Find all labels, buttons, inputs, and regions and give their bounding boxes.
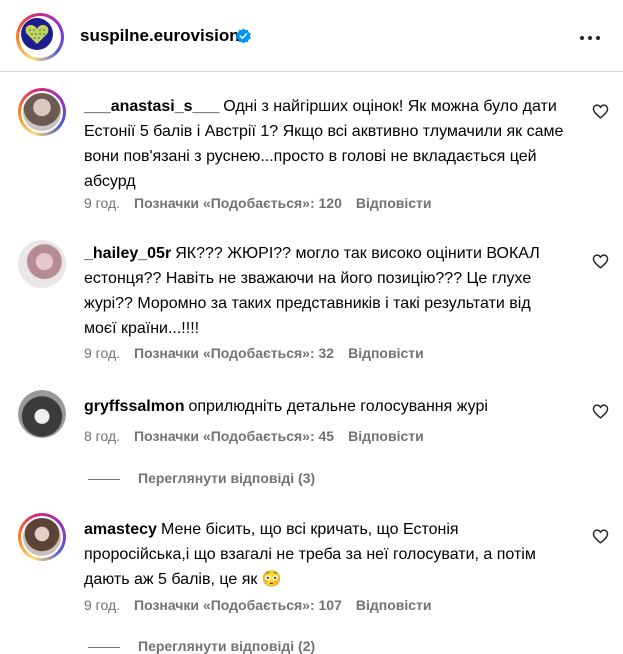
- account-avatar[interactable]: [16, 13, 64, 61]
- comment-time[interactable]: 8 год.: [84, 428, 120, 444]
- like-heart-icon[interactable]: [592, 403, 609, 420]
- like-heart-icon[interactable]: [592, 253, 609, 270]
- comment-username[interactable]: ___anastasi_s___: [84, 98, 219, 115]
- comment-time[interactable]: 9 год.: [84, 345, 120, 361]
- post-header: suspilne.eurovision: [0, 0, 623, 72]
- view-replies-button[interactable]: Переглянути відповіді (2): [88, 638, 315, 654]
- heart-logo-icon: [21, 18, 53, 50]
- more-options-icon[interactable]: [580, 36, 600, 40]
- avatar[interactable]: [18, 240, 66, 288]
- comment-username[interactable]: _hailey_05r: [84, 245, 171, 262]
- avatar[interactable]: [18, 390, 66, 438]
- likes-count[interactable]: Позначки «Подобається»: 120: [134, 195, 342, 211]
- reply-button[interactable]: Відповісти: [356, 195, 432, 211]
- likes-count[interactable]: Позначки «Подобається»: 32: [134, 345, 334, 361]
- like-heart-icon[interactable]: [592, 103, 609, 120]
- view-replies-button[interactable]: Переглянути відповіді (3): [88, 470, 315, 486]
- account-name[interactable]: suspilne.eurovision: [80, 26, 240, 46]
- reply-button[interactable]: Відповісти: [356, 597, 432, 613]
- reply-button[interactable]: Відповісти: [348, 345, 424, 361]
- comment-time[interactable]: 9 год.: [84, 597, 120, 613]
- divider: [88, 478, 120, 480]
- avatar[interactable]: [18, 88, 66, 136]
- verified-badge-icon: [236, 28, 251, 44]
- divider: [88, 646, 120, 648]
- comment-username[interactable]: amastecy: [84, 521, 157, 538]
- likes-count[interactable]: Позначки «Подобається»: 45: [134, 428, 334, 444]
- comment-text: оприлюдніть детальне голосування журі: [188, 398, 488, 415]
- like-heart-icon[interactable]: [592, 528, 609, 545]
- comment-time[interactable]: 9 год.: [84, 195, 120, 211]
- likes-count[interactable]: Позначки «Подобається»: 107: [134, 597, 342, 613]
- reply-button[interactable]: Відповісти: [348, 428, 424, 444]
- avatar[interactable]: [18, 513, 66, 561]
- comment-username[interactable]: gryffssalmon: [84, 398, 184, 415]
